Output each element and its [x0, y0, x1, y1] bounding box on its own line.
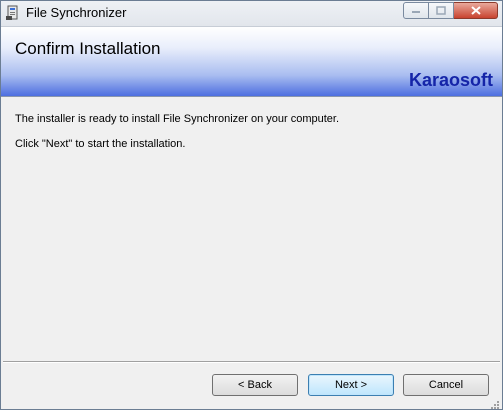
cancel-button[interactable]: Cancel — [403, 374, 489, 396]
title-bar[interactable]: File Synchronizer — [1, 1, 502, 27]
header-banner: Confirm Installation Karaosoft — [1, 27, 502, 97]
resize-grip-icon[interactable] — [490, 397, 500, 409]
brand-logo-text: Karaosoft — [408, 70, 493, 90]
installer-window: File Synchronizer Confirm Installation K… — [0, 0, 503, 410]
maximize-icon[interactable] — [429, 2, 454, 19]
back-button[interactable]: < Back — [212, 374, 298, 396]
window-title: File Synchronizer — [26, 5, 127, 20]
content-area: The installer is ready to install File S… — [1, 97, 502, 360]
minimize-icon[interactable] — [403, 2, 429, 19]
next-button[interactable]: Next > — [308, 374, 394, 396]
installer-app-icon — [5, 5, 21, 21]
page-title: Confirm Installation — [15, 39, 161, 58]
footer-separator — [3, 361, 500, 363]
instruction-message: Click "Next" to start the installation. — [15, 138, 186, 150]
window-controls — [403, 2, 498, 21]
ready-message: The installer is ready to install File S… — [15, 113, 340, 125]
close-icon[interactable] — [454, 2, 498, 19]
